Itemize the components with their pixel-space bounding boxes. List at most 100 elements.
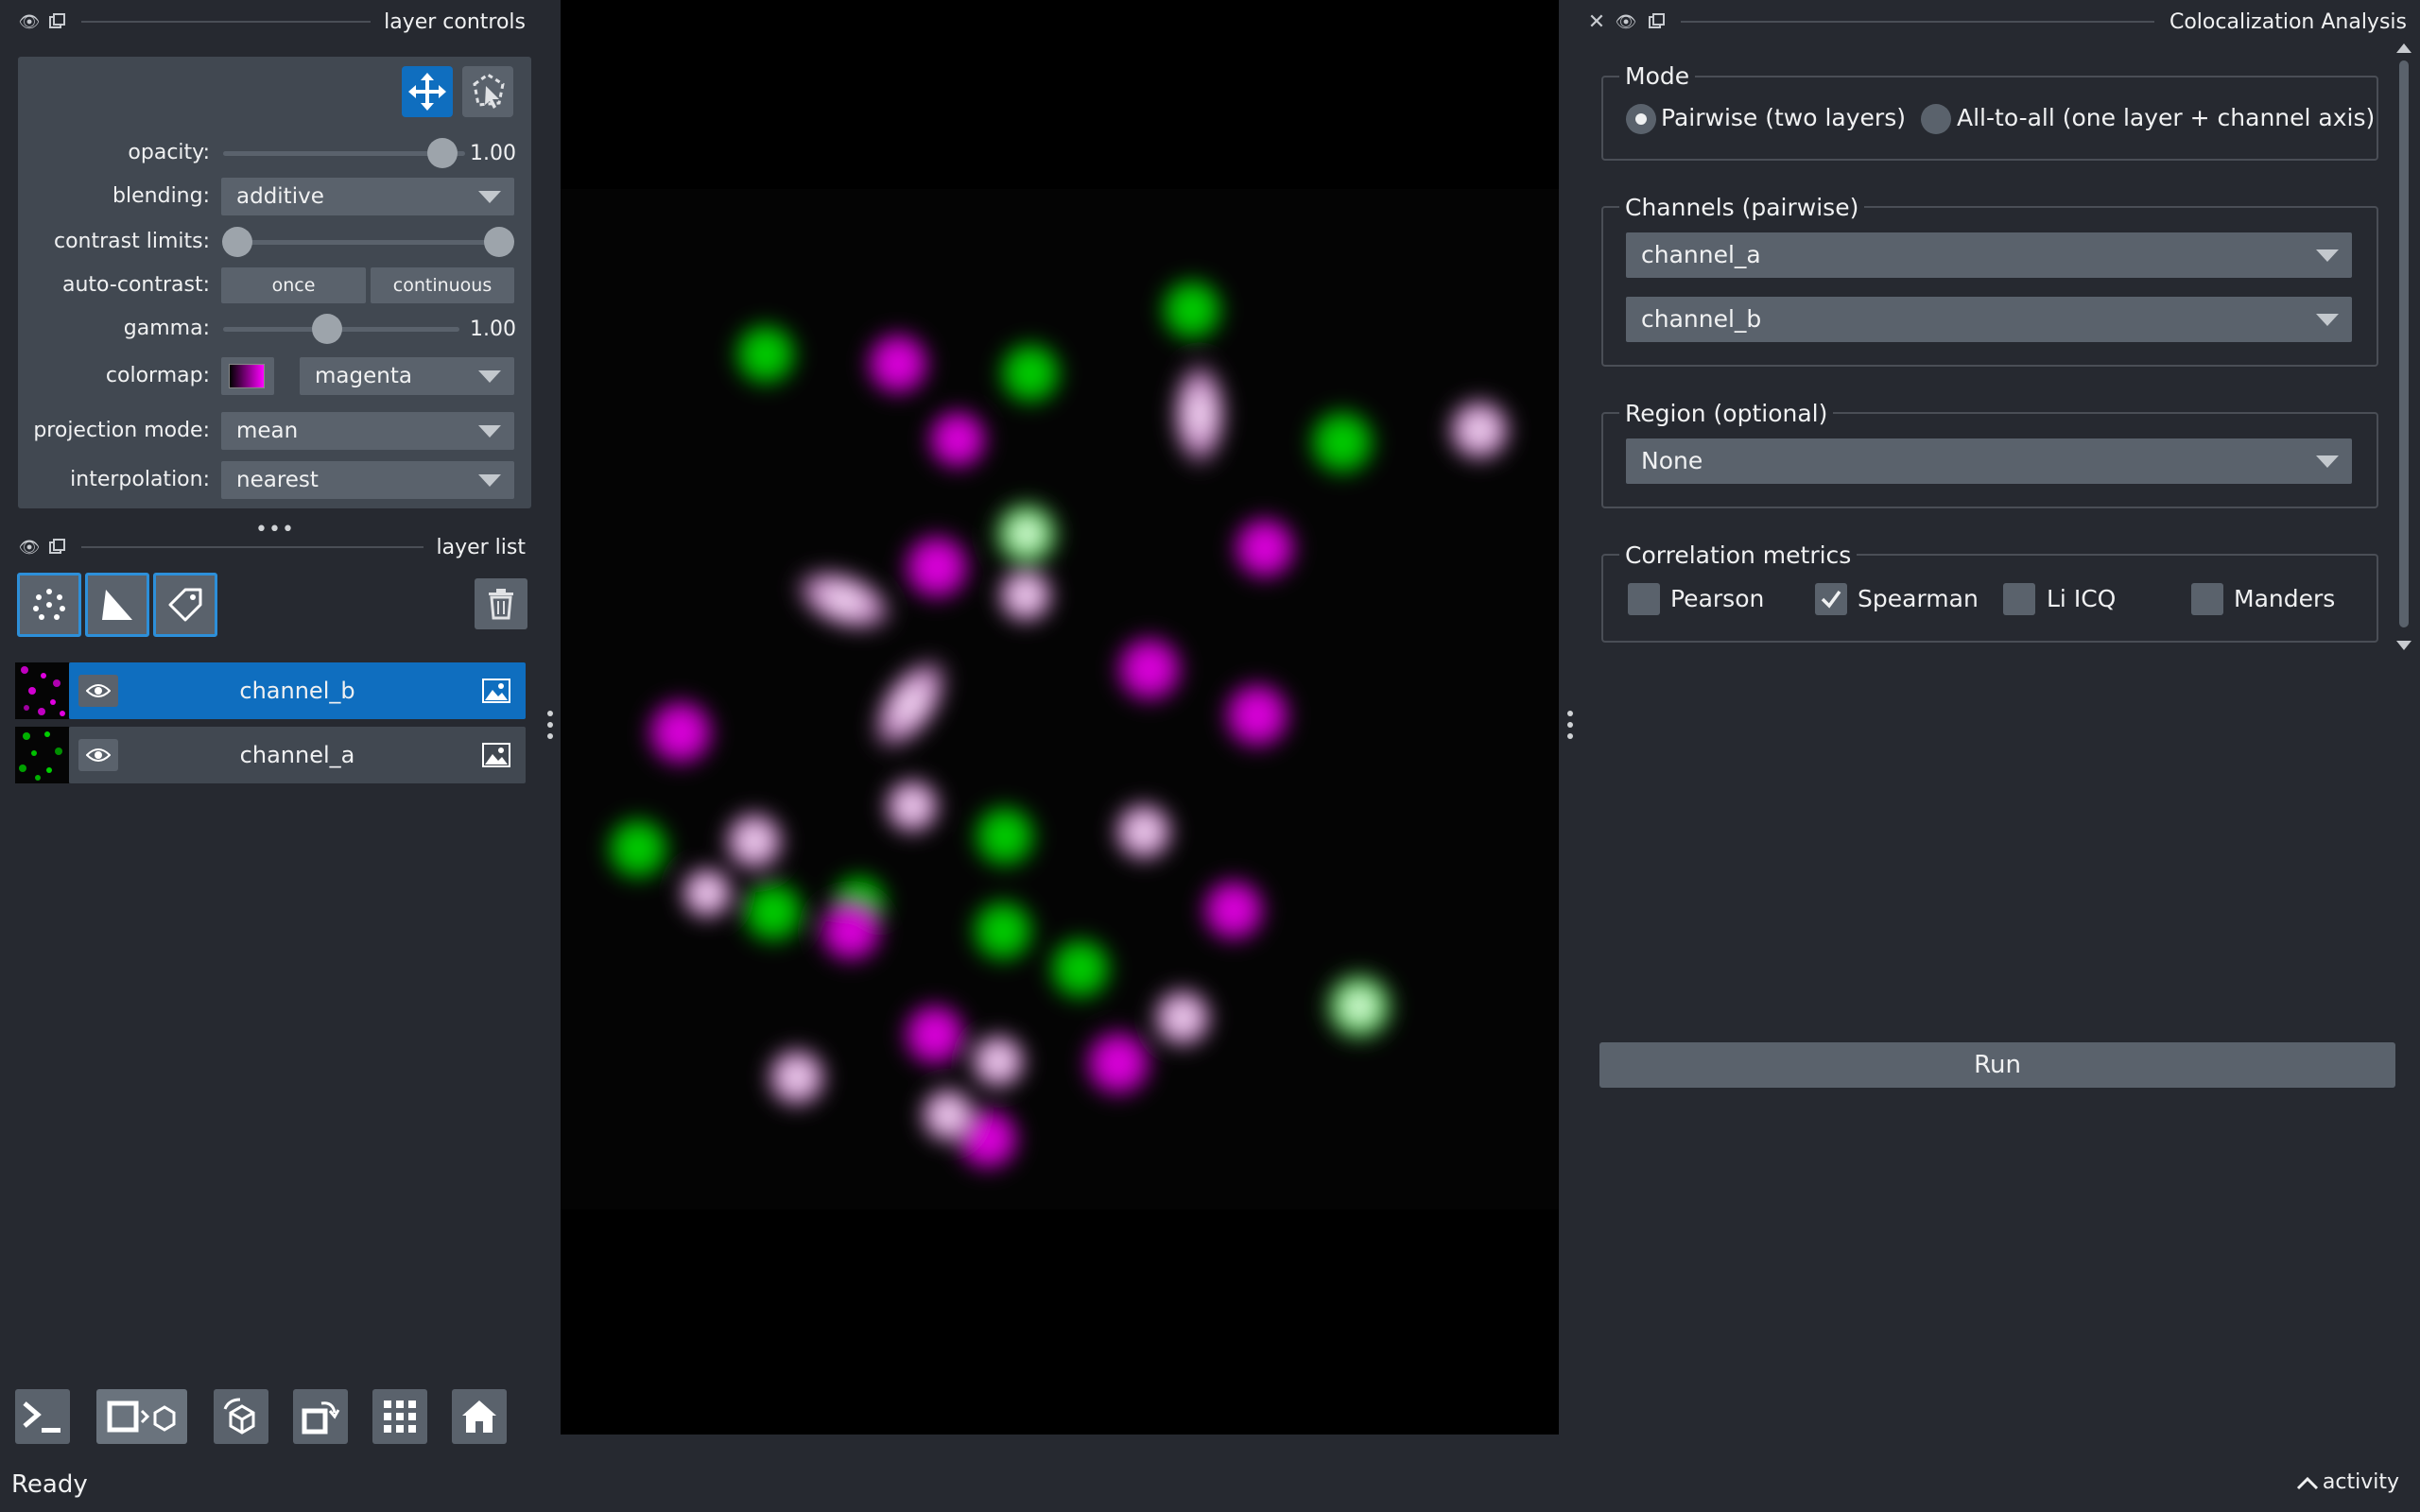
label-tag-icon bbox=[168, 588, 202, 622]
autocontrast-once-button[interactable]: once bbox=[221, 267, 366, 303]
gamma-label: gamma: bbox=[123, 317, 210, 340]
status-text: Ready bbox=[11, 1470, 88, 1499]
channel-2-select[interactable]: channel_b bbox=[1626, 297, 2352, 342]
console-button[interactable] bbox=[15, 1389, 70, 1444]
right-splitter-handle[interactable] bbox=[1566, 711, 1574, 739]
layer-body-selected[interactable]: channel_b bbox=[69, 662, 526, 719]
spearman-label[interactable]: Spearman bbox=[1858, 585, 1979, 612]
li-icq-label[interactable]: Li ICQ bbox=[2047, 585, 2116, 612]
run-button[interactable]: Run bbox=[1599, 1042, 2395, 1088]
mode-pairwise-radio[interactable] bbox=[1626, 104, 1656, 134]
spearman-checkbox[interactable] bbox=[1815, 583, 1847, 615]
opacity-slider-handle[interactable] bbox=[427, 138, 458, 168]
pan-zoom-button[interactable] bbox=[402, 66, 453, 117]
colormap-swatch-button[interactable] bbox=[221, 357, 274, 395]
image-layer-icon bbox=[482, 743, 510, 767]
activity-toggle[interactable]: activity bbox=[2296, 1470, 2399, 1494]
visibility-toggle[interactable] bbox=[78, 675, 118, 707]
metrics-group-title: Correlation metrics bbox=[1619, 541, 1858, 569]
roll-dimensions-button[interactable] bbox=[214, 1389, 268, 1444]
channel-1-select[interactable]: channel_a bbox=[1626, 232, 2352, 278]
trash-icon bbox=[489, 589, 513, 620]
image-layer-icon bbox=[482, 679, 510, 703]
close-icon[interactable]: ✕ bbox=[1584, 10, 1609, 34]
pearson-label[interactable]: Pearson bbox=[1670, 585, 1764, 612]
contrast-limits-track[interactable] bbox=[237, 240, 508, 245]
layer-name[interactable]: channel_b bbox=[69, 662, 526, 719]
shapes-icon bbox=[102, 590, 132, 620]
layer-row-channel-b[interactable]: channel_b bbox=[15, 662, 526, 719]
opacity-value: 1.00 bbox=[470, 142, 516, 165]
li-icq-checkbox[interactable] bbox=[2003, 583, 2035, 615]
auto-contrast-label: auto-contrast: bbox=[61, 273, 210, 297]
layer-list-title: layer list bbox=[436, 535, 527, 559]
float-panel-icon[interactable] bbox=[43, 8, 72, 36]
opacity-row: opacity: 1.00 bbox=[18, 134, 531, 172]
interpolation-select[interactable]: nearest bbox=[221, 461, 514, 499]
blending-label: blending: bbox=[112, 184, 210, 208]
chevron-down-icon bbox=[2316, 314, 2339, 326]
float-visibility-icon[interactable]: 👁 bbox=[15, 8, 43, 36]
manders-label[interactable]: Manders bbox=[2234, 585, 2335, 612]
layer-row-channel-a[interactable]: channel_a bbox=[15, 727, 526, 783]
gamma-slider-handle[interactable] bbox=[312, 314, 342, 344]
2d-3d-toggle-icon bbox=[107, 1400, 176, 1433]
contrast-max-handle[interactable] bbox=[484, 227, 514, 257]
colormap-select[interactable]: magenta bbox=[300, 357, 514, 395]
scroll-up-icon[interactable] bbox=[2396, 43, 2411, 53]
region-select[interactable]: None bbox=[1626, 438, 2352, 484]
analysis-scrollbar[interactable] bbox=[2392, 38, 2416, 662]
float-panel-icon[interactable] bbox=[1643, 13, 1671, 30]
move-arrows-icon bbox=[408, 73, 446, 111]
mode-all-label[interactable]: All-to-all (one layer + channel axis) bbox=[1957, 104, 2375, 131]
pearson-checkbox[interactable] bbox=[1628, 583, 1660, 615]
layer-name[interactable]: channel_a bbox=[69, 727, 526, 783]
colormap-label: colormap: bbox=[105, 364, 210, 387]
new-shapes-layer-button[interactable] bbox=[85, 573, 149, 637]
grid-icon bbox=[384, 1400, 416, 1433]
layer-list-title-bar: 👁 layer list bbox=[15, 531, 526, 563]
chevron-down-icon bbox=[478, 191, 501, 203]
projection-select[interactable]: mean bbox=[221, 412, 514, 450]
projection-value: mean bbox=[236, 419, 299, 443]
interpolation-value: nearest bbox=[236, 468, 319, 492]
scroll-thumb[interactable] bbox=[2399, 60, 2409, 627]
blending-select[interactable]: additive bbox=[221, 178, 514, 215]
toggle-ndisplay-button[interactable] bbox=[96, 1389, 187, 1444]
new-labels-layer-button[interactable] bbox=[153, 573, 217, 637]
transpose-button[interactable] bbox=[293, 1389, 348, 1444]
float-visibility-icon[interactable]: 👁 bbox=[1609, 12, 1643, 32]
points-icon bbox=[33, 589, 65, 620]
layer-body[interactable]: channel_a bbox=[69, 727, 526, 783]
layer-controls-title-bar: 👁 layer controls bbox=[15, 6, 526, 38]
float-panel-icon[interactable] bbox=[43, 533, 72, 561]
visibility-toggle[interactable] bbox=[78, 739, 118, 771]
autocontrast-continuous-button[interactable]: continuous bbox=[371, 267, 514, 303]
layer-controls-title: layer controls bbox=[384, 9, 526, 34]
mode-pairwise-label[interactable]: Pairwise (two layers) bbox=[1661, 104, 1906, 131]
left-splitter-handle[interactable] bbox=[546, 711, 554, 739]
eye-icon bbox=[86, 748, 111, 762]
interpolation-label: interpolation: bbox=[70, 468, 210, 491]
scroll-down-icon[interactable] bbox=[2396, 641, 2411, 650]
contrast-limits-row: contrast limits: bbox=[18, 223, 531, 261]
manders-checkbox[interactable] bbox=[2191, 583, 2223, 615]
auto-contrast-row: auto-contrast: once continuous bbox=[18, 266, 531, 304]
image-canvas[interactable] bbox=[561, 0, 1559, 1435]
grid-view-button[interactable] bbox=[372, 1389, 427, 1444]
projection-row: projection mode: mean bbox=[18, 412, 531, 450]
region-value: None bbox=[1641, 447, 1703, 474]
layer-thumbnail bbox=[15, 727, 69, 783]
new-points-layer-button[interactable] bbox=[17, 573, 81, 637]
blending-row: blending: additive bbox=[18, 178, 531, 215]
contrast-min-handle[interactable] bbox=[222, 227, 252, 257]
transform-button[interactable] bbox=[462, 66, 513, 117]
float-visibility-icon[interactable]: 👁 bbox=[15, 533, 43, 561]
reset-view-button[interactable] bbox=[452, 1389, 507, 1444]
mode-all-radio[interactable] bbox=[1921, 104, 1951, 134]
projection-label: projection mode: bbox=[33, 419, 210, 442]
delete-layer-button[interactable] bbox=[475, 578, 527, 629]
analysis-title-bar: ✕ 👁 Colocalization Analysis bbox=[1584, 6, 2407, 38]
channels-group bbox=[1601, 206, 2378, 367]
colormap-swatch bbox=[229, 364, 265, 388]
